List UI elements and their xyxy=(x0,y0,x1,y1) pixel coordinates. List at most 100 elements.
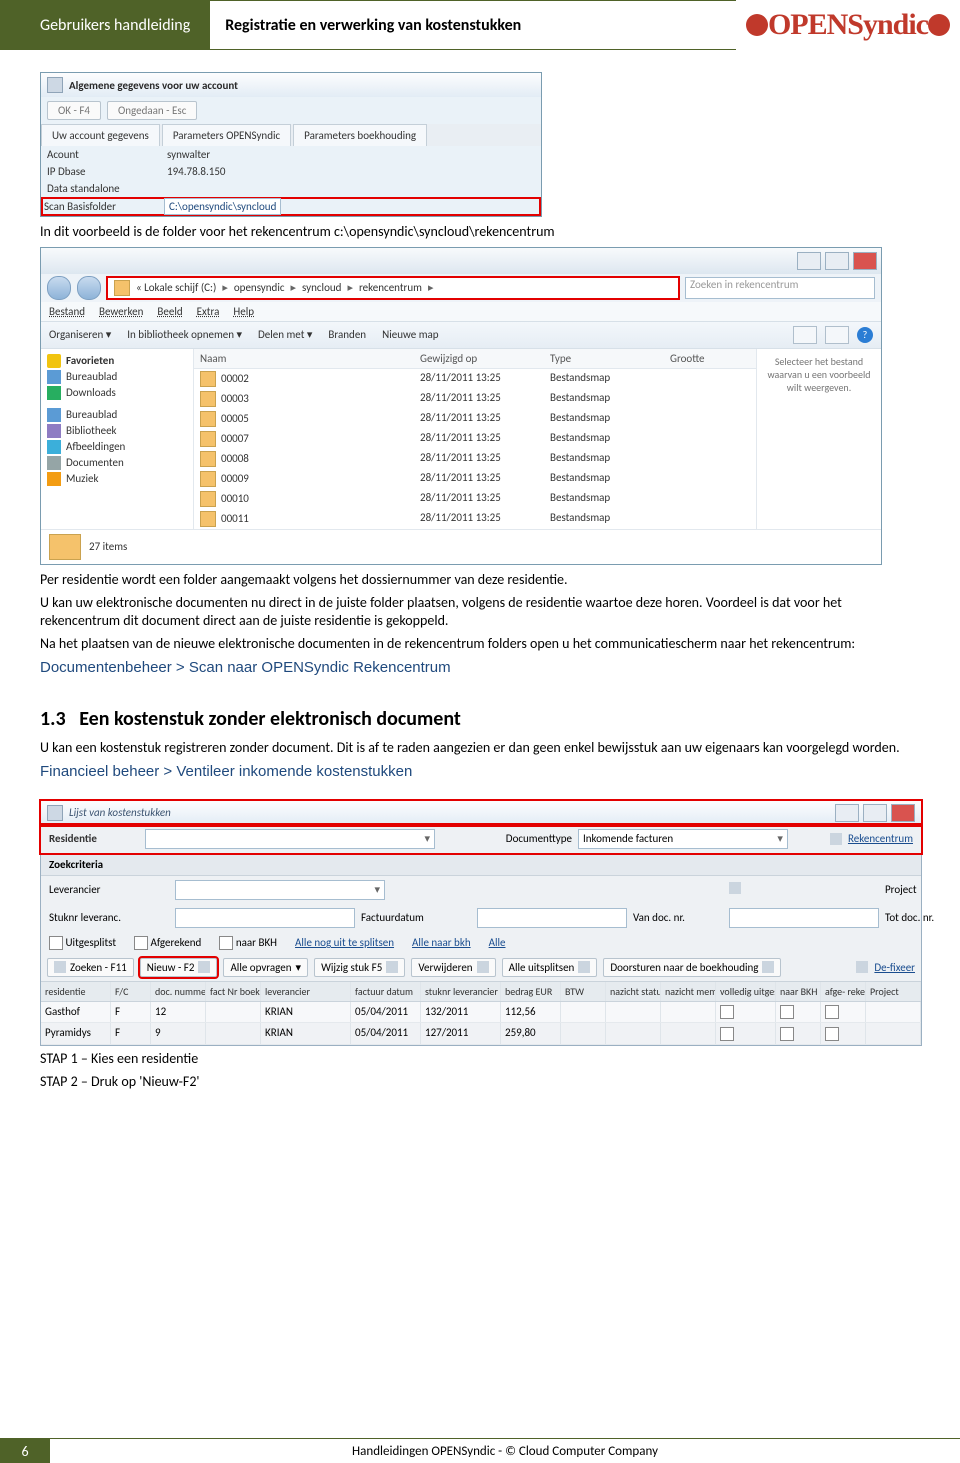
wijzig-button[interactable]: Wijzig stuk F5 xyxy=(314,958,405,977)
col[interactable]: nazicht status xyxy=(606,982,661,1001)
nieuw-button[interactable]: Nieuw - F2 xyxy=(140,958,218,977)
sidebar-item[interactable]: Bureaublad xyxy=(66,408,117,421)
uitsplitsen-button[interactable]: Alle uitsplitsen xyxy=(502,958,598,977)
tool-burn[interactable]: Branden xyxy=(328,328,366,341)
file-row[interactable]: 0000528/11/2011 13:25Bestandsmap xyxy=(194,409,756,429)
link-alle-splitsen[interactable]: Alle nog uit te splitsen xyxy=(295,936,394,949)
tab-account[interactable]: Uw account gegevens xyxy=(41,124,160,146)
sidebar-item[interactable]: Documenten xyxy=(66,456,124,469)
doorsturen-button[interactable]: Doorsturen naar de boekhouding xyxy=(603,958,781,977)
maximize-button[interactable] xyxy=(863,804,887,822)
rekencentrum-link[interactable]: Rekencentrum xyxy=(848,832,913,845)
tool-library[interactable]: In bibliotheek opnemen ▾ xyxy=(127,328,242,341)
minimize-button[interactable] xyxy=(797,252,821,270)
col[interactable]: afge- rekend xyxy=(821,982,866,1001)
file-row[interactable]: 0001028/11/2011 13:25Bestandsmap xyxy=(194,489,756,509)
sidebar-item[interactable]: Downloads xyxy=(66,386,116,399)
naarbkh-cell-checkbox[interactable] xyxy=(780,1005,794,1019)
sidebar-item[interactable]: Afbeeldingen xyxy=(66,440,125,453)
afgerekend-cell-checkbox[interactable] xyxy=(825,1027,839,1041)
col[interactable]: factuur datum xyxy=(351,982,421,1001)
ok-button[interactable]: OK - F4 xyxy=(47,101,101,120)
tool-share[interactable]: Delen met ▾ xyxy=(258,328,312,341)
link-alle-bkh[interactable]: Alle naar bkh xyxy=(412,936,471,949)
col[interactable]: fact Nr boekh xyxy=(206,982,261,1001)
menu-item[interactable]: Help xyxy=(233,305,254,318)
scanfolder-input[interactable]: C:\opensyndic\syncloud xyxy=(164,198,281,215)
back-button[interactable] xyxy=(47,276,71,300)
tab-boekhouding[interactable]: Parameters boekhouding xyxy=(293,124,427,146)
file-row[interactable]: 0000828/11/2011 13:25Bestandsmap xyxy=(194,449,756,469)
menu-item[interactable]: Beeld xyxy=(157,305,182,318)
menu-item[interactable]: Bestand xyxy=(49,305,85,318)
close-button[interactable] xyxy=(853,252,877,270)
tab-parameters[interactable]: Parameters OPENSyndic xyxy=(162,124,291,146)
file-row[interactable]: 0000328/11/2011 13:25Bestandsmap xyxy=(194,389,756,409)
col-size[interactable]: Grootte xyxy=(670,352,750,365)
breadcrumb[interactable]: « Lokale schijf (C:)▸ opensyndic▸ synclo… xyxy=(107,277,679,299)
tool-newfolder[interactable]: Nieuwe map xyxy=(382,328,438,341)
table-row[interactable]: PyramidysF9KRIAN05/04/2011127/2011259,80 xyxy=(41,1023,921,1044)
bc-part[interactable]: « Lokale schijf (C:) xyxy=(136,281,216,294)
file-row[interactable]: 0001128/11/2011 13:25Bestandsmap xyxy=(194,509,756,529)
menu-item[interactable]: Extra xyxy=(197,305,220,318)
naarbkh-checkbox[interactable] xyxy=(219,936,233,950)
uitgesplitst-checkbox[interactable] xyxy=(49,936,63,950)
uitgesplitst-cell-checkbox[interactable] xyxy=(720,1005,734,1019)
col[interactable]: BTW xyxy=(561,982,606,1001)
stuknr-input[interactable] xyxy=(175,908,355,928)
col[interactable]: nazicht memo xyxy=(661,982,716,1001)
afgerekend-cell-checkbox[interactable] xyxy=(825,1005,839,1019)
bc-part[interactable]: rekencentrum xyxy=(359,281,422,294)
tool-organize[interactable]: Organiseren ▾ xyxy=(49,328,111,341)
zoeken-button[interactable]: Zoeken - F11 xyxy=(47,958,134,977)
col[interactable]: naar BKH xyxy=(776,982,821,1001)
col[interactable]: stuknr leverancier xyxy=(421,982,501,1001)
table-row[interactable]: GasthofF12KRIAN05/04/2011132/2011112,56 xyxy=(41,1002,921,1023)
naarbkh-cell-checkbox[interactable] xyxy=(780,1027,794,1041)
link-alle[interactable]: Alle xyxy=(489,936,506,949)
file-row[interactable]: 0000728/11/2011 13:25Bestandsmap xyxy=(194,429,756,449)
search-icon[interactable] xyxy=(729,882,741,894)
maximize-button[interactable] xyxy=(825,252,849,270)
bc-part[interactable]: syncloud xyxy=(302,281,341,294)
col[interactable]: doc. nummer xyxy=(151,982,206,1001)
cell xyxy=(661,1023,716,1043)
vandoc-input[interactable] xyxy=(729,908,879,928)
file-row[interactable]: 0000228/11/2011 13:25Bestandsmap xyxy=(194,369,756,389)
minimize-button[interactable] xyxy=(835,804,859,822)
factuurdatum-input[interactable] xyxy=(477,908,627,928)
close-button[interactable] xyxy=(891,804,915,822)
sidebar-item[interactable]: Muziek xyxy=(66,472,99,485)
leverancier-select[interactable]: ▾ xyxy=(175,880,385,900)
menu-item[interactable]: Bewerken xyxy=(99,305,143,318)
view-button[interactable] xyxy=(793,326,817,344)
edit-icon xyxy=(386,961,398,973)
sidebar-item[interactable]: Bureaublad xyxy=(66,370,117,383)
afgerekend-checkbox[interactable] xyxy=(134,936,148,950)
col[interactable]: F/C xyxy=(111,982,151,1001)
search-input[interactable]: Zoeken in rekencentrum xyxy=(685,277,875,299)
col-name[interactable]: Naam xyxy=(200,352,420,365)
defixeer-link[interactable]: De-fixeer xyxy=(874,961,915,974)
uitgesplitst-cell-checkbox[interactable] xyxy=(720,1027,734,1041)
col-modified[interactable]: Gewijzigd op xyxy=(420,352,550,365)
alle-opvragen-button[interactable]: Alle opvragen▾ xyxy=(223,958,308,977)
documenttype-select[interactable]: Inkomende facturen▾ xyxy=(578,829,788,849)
verwijderen-button[interactable]: Verwijderen xyxy=(411,958,495,977)
residentie-select[interactable]: ▾ xyxy=(145,829,435,849)
forward-button[interactable] xyxy=(77,276,101,300)
col[interactable]: leverancier xyxy=(261,982,351,1001)
bc-part[interactable]: opensyndic xyxy=(234,281,285,294)
preview-button[interactable] xyxy=(825,326,849,344)
undo-button[interactable]: Ongedaan - Esc xyxy=(107,101,197,120)
col[interactable]: bedrag EUR xyxy=(501,982,561,1001)
col[interactable]: Project xyxy=(866,982,921,1001)
column-headers: Naam Gewijzigd op Type Grootte xyxy=(194,349,756,369)
file-row[interactable]: 0000928/11/2011 13:25Bestandsmap xyxy=(194,469,756,489)
col-type[interactable]: Type xyxy=(550,352,670,365)
col[interactable]: residentie xyxy=(41,982,111,1001)
help-icon[interactable]: ? xyxy=(857,327,873,343)
col[interactable]: volledig uitgesplitst xyxy=(716,982,776,1001)
sidebar-item[interactable]: Bibliotheek xyxy=(66,424,117,437)
